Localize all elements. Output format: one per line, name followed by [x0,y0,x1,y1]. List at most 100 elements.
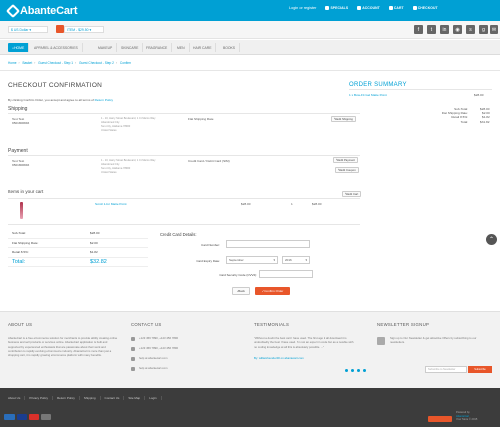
nav-makeup[interactable]: MAKEUP [94,43,118,52]
shipping-link[interactable]: Shipping [80,396,101,400]
nav-men[interactable]: MEN [173,43,190,52]
privacy-link[interactable]: Privacy Policy [25,396,54,400]
cart-link[interactable]: CART [388,6,404,11]
about-title: ABOUT US [8,322,33,327]
product-thumbnail[interactable] [20,202,23,219]
payment-address-1: 1 - 10, Harry Street Boulevard, 1 Ct Mar… [101,159,156,162]
cart-summary[interactable]: ITEM - $29.50 ▾ [64,26,104,33]
bottom-links: About Us Privacy Policy Return Policy Sh… [4,396,162,400]
page-title: CHECKOUT CONFIRMATION [8,82,103,89]
contact-email[interactable]: help at abantecart.com [139,356,167,360]
logo-mark-icon [5,3,21,18]
about-link[interactable]: About Us [4,396,26,400]
mail-icon [131,357,135,361]
chevron-down-icon: ▾ [89,27,92,32]
breadcrumb-step1[interactable]: Guest Checkout - Step 1 [38,61,73,65]
cart-item-total: $28.00 [312,202,322,206]
scroll-top-button[interactable]: ⌃ [486,234,497,245]
testimonials-title: TESTIMONIALS [254,322,290,327]
edit-cart-button[interactable]: ✎ Edit Cart [342,191,362,197]
cvv-input[interactable] [259,270,313,278]
summary-label: Total: [460,120,468,124]
card-number-input[interactable] [226,240,310,248]
back-button[interactable]: ‹ Back [232,287,250,295]
testimonial-dot[interactable] [351,369,354,372]
google-icon[interactable]: g [479,25,488,34]
nav-fragrance[interactable]: FRAGRANCE [142,43,173,52]
nav-books[interactable]: BOOKS [219,43,241,52]
shipping-address-1: 1 - 10, Harry Street Boulevard, 1 Ct Mar… [101,117,156,120]
expiry-year-select[interactable]: 2016 ▾ [282,256,310,264]
shipping-method: Flat Shipping Rate [188,117,214,121]
edit-shipping-button[interactable]: ✎ Edit Shipping [331,116,356,122]
chevron-up-icon: ⌃ [488,237,495,243]
breadcrumb-home[interactable]: Home [8,61,17,65]
divider [8,155,360,156]
cart-icon [388,6,393,11]
confirm-order-button[interactable]: ✓ Confirm Order [255,287,290,295]
login-link[interactable]: Login or register [289,6,316,10]
return-link[interactable]: Return Policy [53,396,80,400]
cart-item-name[interactable]: Scroll 1-for Matte Point [95,202,126,206]
checkout-link[interactable]: CHECKOUT [412,6,438,11]
nav-apparel[interactable]: APPAREL & ACCESSORIES [30,43,83,52]
phone-icon [131,337,135,341]
contact-mobile: +123 456 7890, +123 456 7890 [139,346,179,350]
divider [8,198,360,199]
edit-coupon-button[interactable]: ✎ Edit Coupon [335,167,359,173]
newsletter-email-input[interactable]: Subscribe to Newsletter [425,366,467,373]
login-link[interactable]: Login [145,396,162,400]
abantecart-badge-icon[interactable] [428,416,452,422]
contact-email-2[interactable]: help at abantecart.com [139,366,167,370]
facebook-icon[interactable]: f [414,25,423,34]
payment-phone: 9501800846 [12,163,30,167]
visa-icon [17,414,27,420]
twitter-icon[interactable]: t [427,25,436,34]
testimonial-dot[interactable] [357,369,360,372]
cart-item-price: $28.00 [241,202,251,206]
breadcrumb-basket[interactable]: Basket [22,61,32,65]
paypal-icon [4,414,15,420]
specials-link[interactable]: SPECIALS [325,6,348,11]
top-bar: AbanteCart Login or register SPECIALS AC… [0,0,500,21]
testimonial-author[interactable]: By: williamfounder00 on abantecart.com [254,356,304,360]
linkedin-icon[interactable]: in [440,25,449,34]
sitemap-link[interactable]: Site Map [124,396,146,400]
edit-payment-button[interactable]: ✎ Edit Payment [333,157,358,163]
contact-title: CONTACT US [131,322,162,327]
divider [0,70,500,71]
newsletter-icon [377,337,385,345]
rss-icon[interactable]: ◉ [453,25,462,34]
agree-text: By clicking Confirm Order, you accept an… [8,98,114,102]
nav-haircare[interactable]: HAIR CARE [189,43,217,52]
about-text: AbanteCart is a free eCommerce solution … [8,336,118,358]
totals-row: Flat Shipping Rate: $2.00 [8,239,148,248]
cart-summary-icon[interactable] [56,25,64,33]
summary-item[interactable]: 1 x Bow-Fit Gel Matte Point [349,93,387,97]
mail-icon[interactable]: ✉ [490,25,498,34]
cart-item-qty: 1 [291,202,293,206]
contact-link[interactable]: Contact Us [101,396,125,400]
testimonial-dot[interactable] [345,369,348,372]
store-logo[interactable]: AbanteCart [5,3,77,18]
subscribe-button[interactable]: Subscribe [468,366,492,373]
testimonial-text: "Without a doubt the best cart I have us… [254,336,354,349]
payment-address-3: Sun-City, Alabama 78900 [101,167,131,170]
nav-skincare[interactable]: SKINCARE [117,43,144,52]
return-policy-link[interactable]: Return Policy [95,98,113,102]
nav-home[interactable]: ⌂ HOME [8,43,30,52]
account-link[interactable]: ACCOUNT [357,6,380,11]
totals-row: Retail 8.5%: $1.82 [8,248,148,258]
card-expiry-label: Card Expiry Date: [196,259,220,263]
breadcrumb-step2[interactable]: Guest Checkout - Step 2 [79,61,114,65]
currency-select[interactable]: $ US Dollar ▾ [8,26,48,33]
mobile-icon [131,347,135,351]
summary-value: $1.82 [482,115,490,119]
skype-icon[interactable]: s [466,25,475,34]
testimonial-dot[interactable] [363,369,366,372]
mail-icon [131,367,135,371]
utility-row: $ US Dollar ▾ ITEM - $29.50 ▾ f t in ◉ s g… [0,21,500,39]
expiry-month-select[interactable]: September ▾ [226,256,278,264]
shipping-address-4: United States [101,129,117,132]
breadcrumb-confirm[interactable]: Confirm [120,61,131,65]
